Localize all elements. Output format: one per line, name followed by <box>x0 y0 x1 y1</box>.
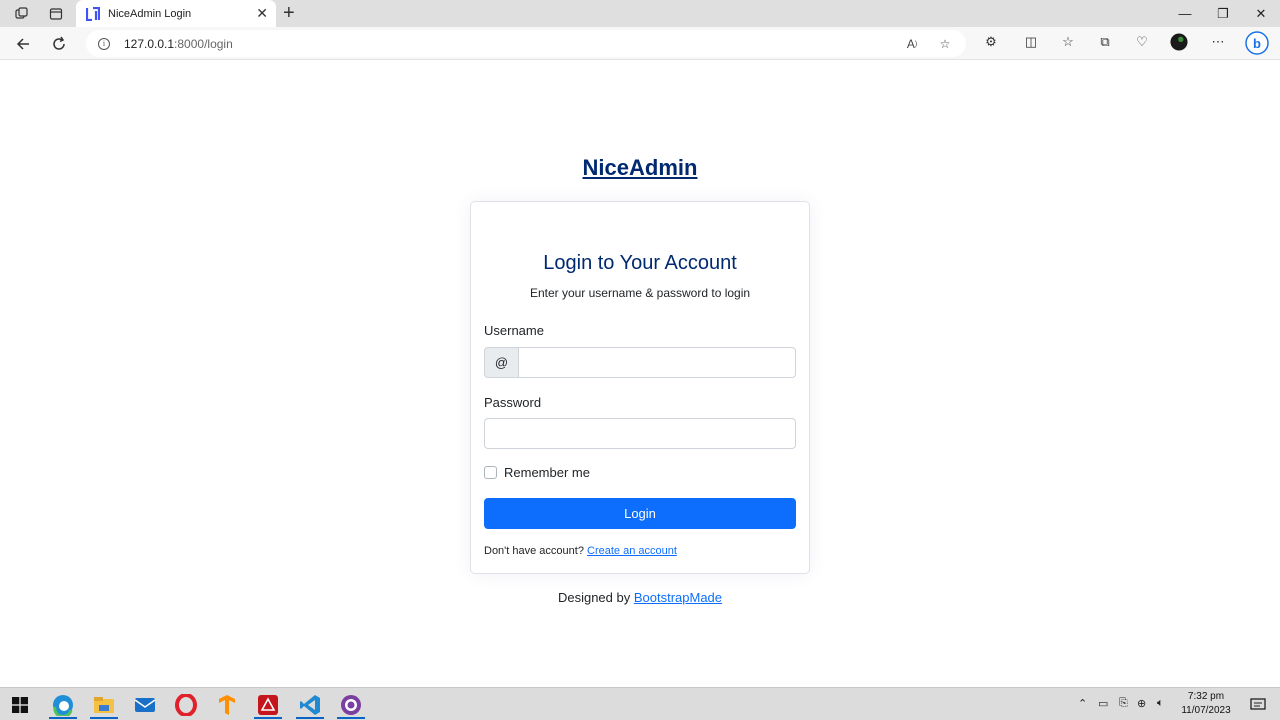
clock-date: 11/07/2023 <box>1181 705 1231 716</box>
browser-tab[interactable]: NiceAdmin Login ✕ <box>76 0 276 27</box>
collections-icon[interactable]: ⧉ <box>1096 33 1114 51</box>
credits: Designed by BootstrapMade <box>0 590 1280 605</box>
remember-me-label[interactable]: Remember me <box>504 465 590 480</box>
url-text[interactable]: 127.0.0.1:8000/login <box>124 37 233 51</box>
show-hidden-icons-icon[interactable]: ⌃ <box>1078 697 1087 710</box>
vscode-icon[interactable] <box>292 691 328 719</box>
meet-now-icon[interactable]: ⎘ <box>1119 697 1128 710</box>
taskbar-clock[interactable]: 7:32 pm 11/07/2023 <box>1176 690 1236 718</box>
extensions-icon[interactable]: ⚙ <box>982 33 1000 51</box>
remember-me-checkbox[interactable] <box>484 466 497 479</box>
restore-icon[interactable]: ❐ <box>1204 0 1242 27</box>
login-button[interactable]: Login <box>484 498 796 529</box>
battery-icon[interactable]: ▭ <box>1098 697 1108 710</box>
workspaces-icon[interactable] <box>12 4 32 24</box>
windows-taskbar: ⌃ ▭ ⎘ ⊕ 🔈︎ 7:32 pm 11/07/2023 <box>0 687 1280 720</box>
password-input[interactable] <box>484 418 796 449</box>
favorites-icon[interactable]: ☆ <box>1059 33 1077 51</box>
card-subtitle: Enter your username & password to login <box>529 286 751 300</box>
address-bar-row: i 127.0.0.1:8000/login A) ☆ <box>0 27 1280 60</box>
svg-text:b: b <box>1253 36 1261 51</box>
opera-icon[interactable] <box>168 691 204 719</box>
username-input-group: @ <box>484 347 796 378</box>
brand-logo-link-wrap: NiceAdmin <box>0 155 1280 181</box>
username-label: Username <box>484 323 544 338</box>
login-card: Login to Your Account Enter your usernam… <box>470 201 810 574</box>
mail-icon[interactable] <box>127 691 163 719</box>
site-info-icon[interactable]: i <box>98 37 110 50</box>
close-tab-icon[interactable]: ✕ <box>256 5 268 22</box>
niceadmin-favicon-icon <box>86 6 100 21</box>
username-prefix: @ <box>484 347 518 378</box>
brand-link[interactable]: NiceAdmin <box>583 155 698 180</box>
file-explorer-icon[interactable] <box>86 691 122 719</box>
address-bar[interactable]: i 127.0.0.1:8000/login A) ☆ <box>86 30 966 57</box>
create-account-row: Don't have account? Create an account <box>484 545 677 557</box>
refresh-icon[interactable] <box>48 33 70 55</box>
volume-icon[interactable]: 🔈︎ <box>1157 697 1164 710</box>
designed-by-text: Designed by <box>557 590 634 605</box>
network-icon[interactable]: ⊕ <box>1137 697 1146 710</box>
edge-taskbar-icon[interactable] <box>45 691 81 719</box>
no-account-text: Don't have account? <box>484 545 588 557</box>
card-title: Login to Your Account <box>543 252 737 274</box>
tab-title: NiceAdmin Login <box>108 7 192 20</box>
create-account-link[interactable]: Create an account <box>587 545 677 557</box>
github-desktop-icon[interactable] <box>333 691 369 719</box>
favorite-star-icon[interactable]: ☆ <box>937 36 953 52</box>
back-icon[interactable] <box>12 33 34 55</box>
profile-avatar[interactable] <box>1170 33 1188 51</box>
notifications-icon[interactable] <box>1240 691 1276 719</box>
new-tab-button[interactable]: + <box>283 2 295 25</box>
split-screen-icon[interactable]: ◫ <box>1022 33 1040 51</box>
more-menu-icon[interactable]: ⋯ <box>1209 33 1227 51</box>
windows-start-icon[interactable] <box>2 691 38 719</box>
password-label: Password <box>484 395 542 410</box>
close-window-icon[interactable]: ✕ <box>1242 0 1280 27</box>
bootstrapmade-link[interactable]: BootstrapMade <box>634 590 722 605</box>
tensorflow-icon[interactable] <box>209 691 245 719</box>
minimize-icon[interactable]: — <box>1166 0 1204 27</box>
clock-time: 7:32 pm <box>1187 691 1225 702</box>
read-aloud-icon[interactable]: A) <box>904 36 920 52</box>
username-input[interactable] <box>518 347 796 378</box>
browser-tab-strip: NiceAdmin Login ✕ + — ❐ ✕ <box>0 0 1280 27</box>
acrobat-icon[interactable] <box>250 691 286 719</box>
tab-actions-icon[interactable] <box>46 4 66 24</box>
browser-essentials-icon[interactable]: ♡ <box>1133 33 1151 51</box>
bing-copilot-icon[interactable]: b <box>1245 31 1269 55</box>
